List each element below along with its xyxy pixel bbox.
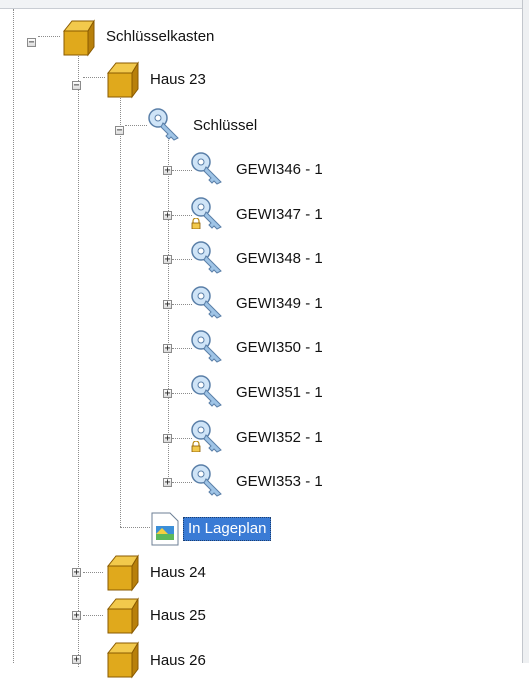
scrollbar-track[interactable]	[522, 0, 529, 663]
tree-line	[172, 393, 192, 394]
node-label: Schlüsselkasten	[106, 28, 215, 45]
tree-node-key[interactable]: + GEWI347 - 1	[0, 194, 522, 234]
tree-line	[83, 572, 103, 573]
key-icon	[191, 241, 222, 274]
tree-node-haus-24[interactable]: + Haus 24	[0, 554, 522, 594]
node-label: GEWI349 - 1	[236, 295, 323, 312]
node-label: Haus 24	[150, 564, 206, 581]
box-icon	[106, 554, 139, 592]
expand-toggle[interactable]: +	[163, 255, 172, 265]
box-icon	[106, 61, 139, 99]
collapse-toggle[interactable]: −	[115, 126, 124, 136]
tree-line	[172, 170, 192, 171]
node-label: GEWI353 - 1	[236, 473, 323, 490]
node-label-selected: In Lageplan	[183, 517, 272, 541]
box-icon	[106, 641, 139, 679]
collapse-toggle[interactable]: −	[72, 81, 81, 91]
node-label: GEWI348 - 1	[236, 250, 323, 267]
key-icon	[191, 464, 222, 497]
key-icon	[191, 152, 222, 185]
node-label: Haus 23	[150, 71, 206, 88]
expand-toggle[interactable]: +	[163, 344, 172, 354]
key-icon	[191, 330, 222, 363]
tree-node-key[interactable]: + GEWI348 - 1	[0, 238, 522, 278]
node-label: Schlüssel	[193, 117, 258, 134]
tree-node-key[interactable]: + GEWI350 - 1	[0, 327, 522, 367]
tree-node-schluessel[interactable]: − Schlüssel	[0, 104, 522, 144]
tree-node-key[interactable]: + GEWI349 - 1	[0, 283, 522, 323]
lock-icon	[191, 441, 201, 452]
node-label: GEWI350 - 1	[236, 339, 323, 356]
tree-node-key[interactable]: + GEWI351 - 1	[0, 372, 522, 412]
key-icon	[191, 286, 222, 319]
expand-toggle[interactable]: +	[163, 300, 172, 310]
tree-line	[172, 438, 192, 439]
box-icon	[106, 597, 139, 635]
key-icon	[191, 375, 222, 408]
tree-line	[172, 215, 192, 216]
tree-node-key[interactable]: + GEWI353 - 1	[0, 461, 522, 501]
tree-line	[172, 482, 192, 483]
expand-toggle[interactable]: +	[163, 211, 172, 221]
document-icon	[151, 512, 179, 546]
node-label: GEWI352 - 1	[236, 429, 323, 446]
expand-toggle[interactable]: +	[163, 478, 172, 488]
lock-icon	[191, 218, 201, 229]
tree-node-haus-25[interactable]: + Haus 25	[0, 597, 522, 637]
expand-toggle[interactable]: +	[72, 568, 81, 578]
tree-line	[83, 615, 103, 616]
tree-node-in-lageplan[interactable]: In Lageplan	[0, 508, 522, 548]
key-icon	[148, 108, 179, 141]
tree-node-schluesselkasten[interactable]: − Schlüsselkasten	[0, 17, 522, 57]
node-label: GEWI347 - 1	[236, 206, 323, 223]
tree-node-haus-26[interactable]: + Haus 26	[0, 641, 522, 681]
expand-toggle[interactable]: +	[72, 611, 81, 621]
tree-view[interactable]: − Schlüsselkasten − Haus 23 − Schlüssel …	[0, 9, 522, 679]
node-label: Haus 25	[150, 607, 206, 624]
tree-line	[172, 304, 192, 305]
node-label: Haus 26	[150, 652, 206, 669]
node-label: GEWI346 - 1	[236, 161, 323, 178]
tree-node-haus-23[interactable]: − Haus 23	[0, 59, 522, 99]
tree-line	[172, 348, 192, 349]
tree-line	[172, 259, 192, 260]
expand-toggle[interactable]: +	[163, 434, 172, 444]
tree-node-key[interactable]: + GEWI352 - 1	[0, 417, 522, 457]
box-icon	[62, 19, 95, 57]
collapse-toggle[interactable]: −	[27, 38, 36, 48]
node-label: GEWI351 - 1	[236, 384, 323, 401]
tree-node-key[interactable]: + GEWI346 - 1	[0, 149, 522, 189]
expand-toggle[interactable]: +	[163, 389, 172, 399]
window-top-border	[0, 0, 529, 9]
expand-toggle[interactable]: +	[163, 166, 172, 176]
